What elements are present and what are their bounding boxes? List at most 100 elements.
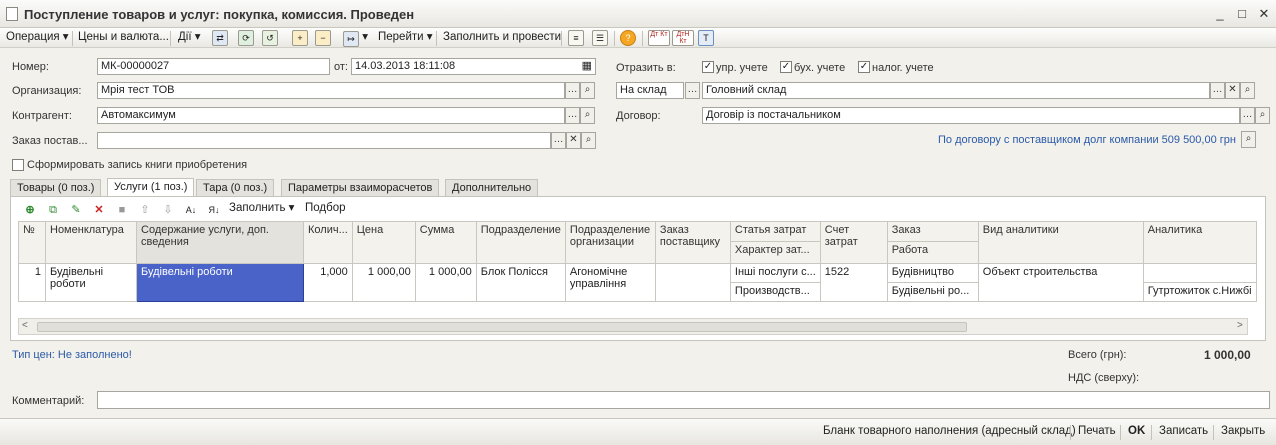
cell-supplier-order[interactable] (654, 263, 731, 302)
col-header-cost-item[interactable]: Статья затрат (731, 223, 820, 242)
blank-fill-button[interactable]: Бланк товарного наполнения (адресный скл… (823, 425, 1076, 437)
prices-currency-button[interactable]: Цены и валюта... (78, 29, 169, 47)
cell-price[interactable]: 1 000,00 (351, 263, 416, 302)
warehouse-type-field[interactable]: На склад (616, 82, 684, 99)
cell-cost-account[interactable]: 1522 (819, 263, 888, 302)
add-row-icon[interactable]: ⊕ (22, 202, 38, 218)
select-button[interactable]: … (565, 82, 580, 99)
contract-field[interactable]: Договір із постачальником (702, 107, 1240, 124)
ok-button[interactable]: OK (1128, 425, 1145, 437)
select-button[interactable]: … (565, 107, 580, 124)
list-view-icon[interactable]: ≡ (568, 30, 584, 46)
select-button[interactable]: Подбор (305, 200, 346, 218)
tab-settlement-params[interactable]: Параметры взаиморасчетов (281, 179, 440, 197)
cell-sum[interactable]: 1 000,00 (414, 263, 477, 302)
tab-services[interactable]: Услуги (1 поз.) (107, 178, 195, 197)
sort-desc-icon[interactable]: Я↓ (206, 202, 222, 218)
warehouse-field[interactable]: Головний склад (702, 82, 1210, 99)
fill-menu-button[interactable]: Заполнить ▾ (229, 200, 294, 218)
save-button[interactable]: Записать (1159, 425, 1208, 437)
purchase-book-checkbox[interactable] (12, 159, 24, 171)
col-header-content[interactable]: Содержание услуги, доп. сведения (136, 221, 304, 264)
dtn-kt-icon[interactable]: ДтН Кт (672, 30, 694, 46)
cell-quantity[interactable]: 1,000 (303, 263, 353, 302)
copy-row-icon[interactable]: ⧉ (45, 202, 61, 218)
cell-order[interactable]: Будівництво (888, 265, 978, 283)
cell-cost-item[interactable]: Інші послуги с... (731, 265, 820, 283)
move-up-icon[interactable]: ⇧ (137, 202, 153, 218)
close-button[interactable]: Закрыть (1221, 425, 1265, 437)
cell-nomenclature[interactable]: Будівельні роботи (45, 263, 137, 302)
edit-row-icon[interactable]: ✎ (68, 202, 84, 218)
horizontal-scrollbar[interactable]: < > (18, 318, 1248, 335)
organization-field[interactable]: Мрія тест ТОВ (97, 82, 565, 99)
price-type-link[interactable]: Тип цен: Не заполнено! (12, 349, 132, 361)
actions-menu-button[interactable]: Дії ▾ (178, 29, 201, 47)
tab-containers[interactable]: Тара (0 поз.) (196, 179, 275, 197)
copy-icon[interactable]: + (292, 30, 308, 46)
supplier-order-field[interactable] (97, 132, 551, 149)
col-header-work[interactable]: Работа (888, 242, 977, 258)
tab-goods[interactable]: Товары (0 поз.) (10, 179, 102, 197)
tax-checkbox[interactable]: ✓ (858, 61, 870, 73)
select-button[interactable]: … (551, 132, 566, 149)
mgmt-checkbox[interactable]: ✓ (702, 61, 714, 73)
end-edit-icon[interactable]: ■ (114, 202, 130, 218)
contractor-field[interactable]: Автомаксимум (97, 107, 565, 124)
cell-department[interactable]: Блок Полісся (475, 263, 566, 302)
col-header-order[interactable]: Заказ (888, 223, 978, 242)
post-document-icon[interactable]: ⇄ (212, 30, 228, 46)
refresh-icon[interactable]: ⟳ (238, 30, 254, 46)
operation-menu-button[interactable]: Операция ▾ (6, 29, 69, 47)
calendar-icon[interactable]: ▦ (582, 59, 592, 74)
print-button[interactable]: Печать (1078, 425, 1116, 437)
structure-menu-button[interactable]: ↦ ▾ (343, 29, 368, 47)
open-icon[interactable]: ⌕ (580, 82, 595, 99)
col-header-department[interactable]: Подразделение (475, 221, 566, 264)
number-field[interactable]: МК-00000027 (97, 58, 330, 75)
open-icon[interactable]: ⌕ (580, 107, 595, 124)
col-header-analytics-type[interactable]: Вид аналитики (977, 221, 1144, 264)
cell-analytics[interactable]: Гутртожиток с.Нижбі (1144, 283, 1255, 299)
select-button[interactable]: … (685, 82, 700, 99)
cell-org-department[interactable]: Агономічне управління (564, 263, 656, 302)
col-header-cost-nature[interactable]: Характер зат... (731, 242, 819, 258)
cell-content-selected[interactable]: Будівельні роботи (136, 263, 304, 302)
col-header-cost-account[interactable]: Счет затрат (819, 221, 888, 264)
col-header-org-department[interactable]: Подразделение организации (564, 221, 656, 264)
col-header-number[interactable]: № (18, 221, 46, 264)
cell-analytics-empty[interactable] (1144, 265, 1256, 283)
col-header-analytics[interactable]: Аналитика (1142, 221, 1257, 264)
cell-work[interactable]: Будівельні ро... (888, 283, 977, 299)
date-field[interactable]: 14.03.2013 18:11:08 ▦ (351, 58, 596, 75)
clear-icon[interactable]: ✕ (566, 132, 581, 149)
tab-additional[interactable]: Дополнительно (445, 179, 539, 197)
delete-row-icon[interactable]: ✕ (91, 202, 107, 218)
col-header-nomenclature[interactable]: Номенклатура (45, 221, 137, 264)
goto-menu-button[interactable]: Перейти ▾ (378, 29, 433, 47)
dt-kt-icon[interactable]: Дт Кт (648, 30, 670, 46)
open-icon[interactable]: ⌕ (1255, 107, 1270, 124)
comment-field[interactable] (97, 391, 1270, 409)
tree-icon[interactable]: T (698, 30, 714, 46)
delete-mark-icon[interactable]: − (315, 30, 331, 46)
open-icon[interactable]: ⌕ (581, 132, 596, 149)
close-window-button[interactable]: ✕ (1256, 6, 1272, 22)
select-button[interactable]: … (1210, 82, 1225, 99)
clear-icon[interactable]: ✕ (1225, 82, 1240, 99)
open-icon[interactable]: ⌕ (1240, 82, 1255, 99)
col-header-supplier-order[interactable]: Заказ поставщику (654, 221, 731, 264)
col-header-price[interactable]: Цена (351, 221, 416, 264)
scrollbar-thumb[interactable] (37, 322, 967, 332)
sort-asc-icon[interactable]: A↓ (183, 202, 199, 218)
checklist-icon[interactable]: ☰ (592, 30, 608, 46)
unpost-icon[interactable]: ↺ (262, 30, 278, 46)
select-button[interactable]: … (1240, 107, 1255, 124)
move-down-icon[interactable]: ⇩ (160, 202, 176, 218)
col-header-quantity[interactable]: Колич... (303, 221, 353, 264)
cell-cost-nature[interactable]: Производств... (731, 283, 819, 299)
table-row[interactable]: 1 Будівельні роботи Будівельні роботи 1,… (18, 263, 1257, 302)
scroll-right-icon[interactable]: > (1237, 320, 1243, 331)
minimize-button[interactable]: _ (1212, 6, 1228, 22)
accounting-checkbox[interactable]: ✓ (780, 61, 792, 73)
